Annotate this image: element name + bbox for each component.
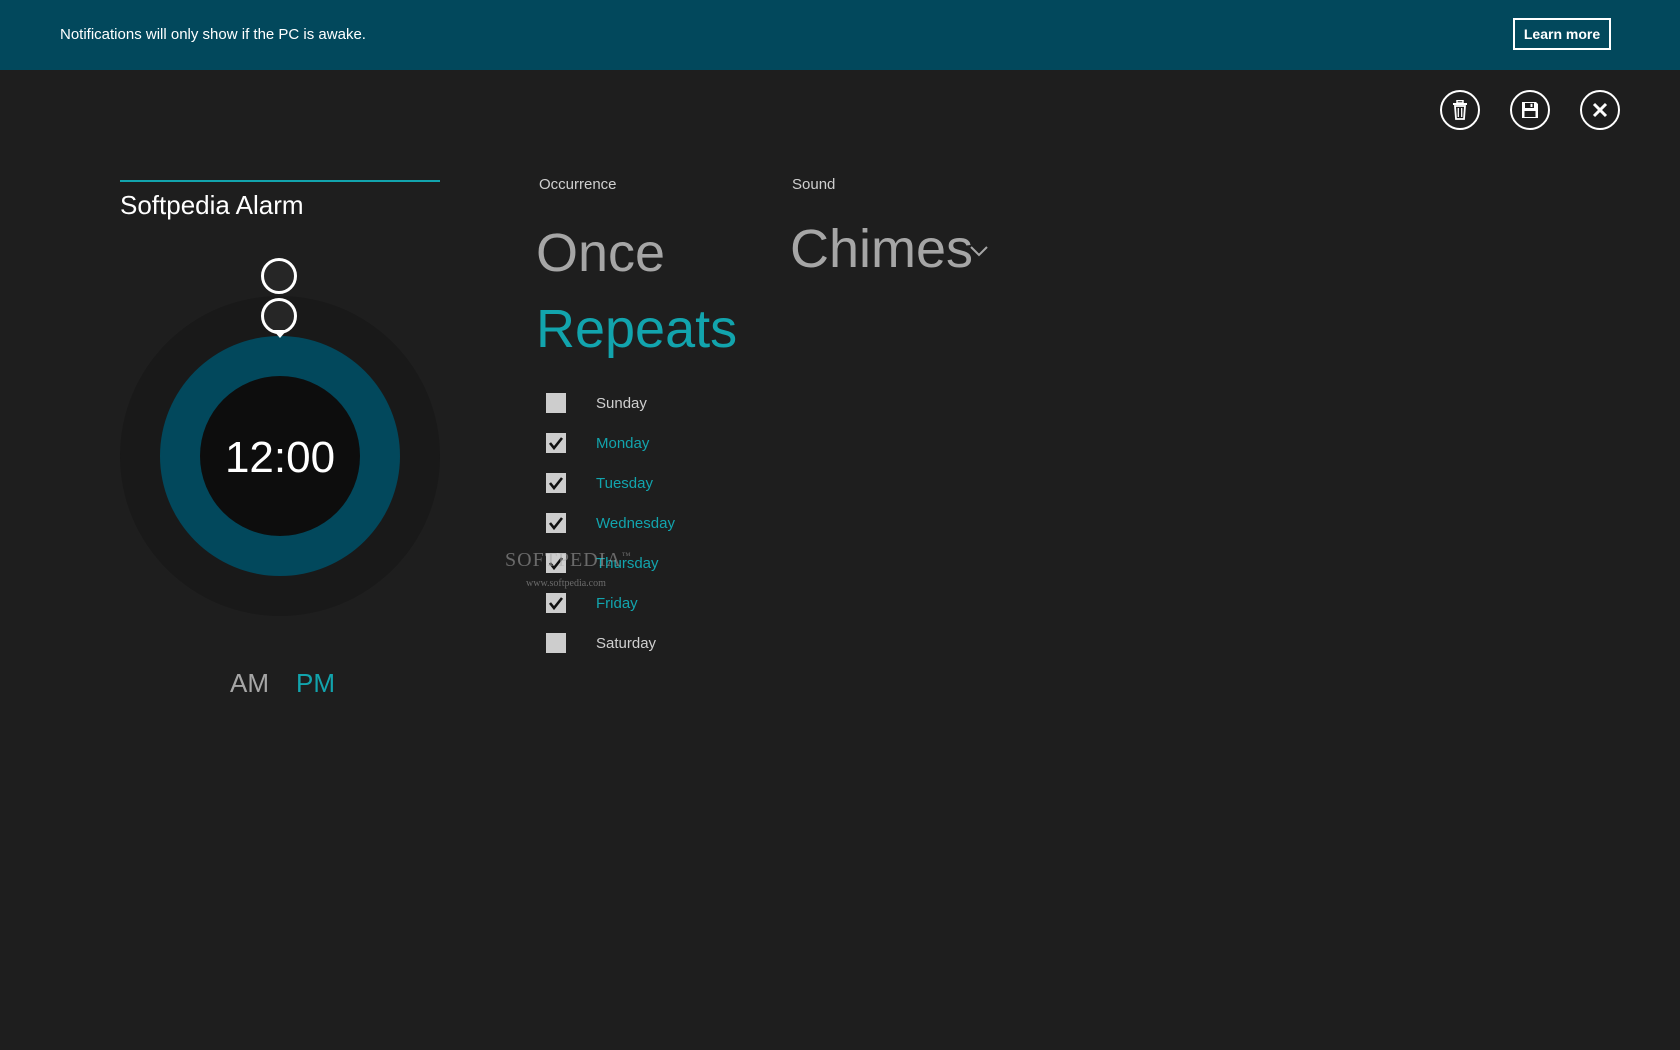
day-wednesday[interactable]: Wednesday (546, 512, 675, 534)
am-toggle[interactable]: AM (230, 668, 269, 699)
save-icon (1521, 101, 1539, 119)
occurrence-repeats-option[interactable]: Repeats (536, 298, 737, 360)
alarm-time: 12:00 (224, 433, 336, 482)
pm-toggle[interactable]: PM (296, 668, 335, 699)
day-saturday[interactable]: Saturday (546, 632, 656, 654)
close-button[interactable] (1580, 90, 1620, 130)
save-button[interactable] (1510, 90, 1550, 130)
day-tuesday[interactable]: Tuesday (546, 472, 653, 494)
delete-button[interactable] (1440, 90, 1480, 130)
occurrence-label: Occurrence (539, 176, 617, 193)
sound-dropdown[interactable]: Chimes (790, 218, 973, 280)
alarm-name-field[interactable]: Softpedia Alarm (120, 190, 304, 221)
checkbox[interactable] (546, 633, 566, 653)
watermark-url: www.softpedia.com (526, 578, 606, 589)
checkbox[interactable] (546, 513, 566, 533)
checkmark-icon (548, 477, 564, 491)
checkbox[interactable] (546, 433, 566, 453)
watermark-trademark: ™ (621, 550, 632, 561)
chevron-down-icon[interactable] (969, 244, 989, 262)
day-monday[interactable]: Monday (546, 432, 649, 454)
sound-label: Sound (792, 176, 836, 193)
watermark-brand: SOFTPEDIA (505, 549, 622, 571)
checkmark-icon (548, 437, 564, 451)
hour-handle[interactable] (261, 298, 297, 334)
softpedia-watermark: SOFTPEDIA™ (505, 549, 632, 572)
day-label: Tuesday (596, 474, 653, 492)
day-label: Sunday (596, 394, 647, 412)
checkbox[interactable] (546, 473, 566, 493)
day-friday[interactable]: Friday (546, 592, 638, 614)
checkmark-icon (548, 597, 564, 611)
checkmark-icon (548, 517, 564, 531)
minute-handle[interactable] (261, 258, 297, 294)
checkbox[interactable] (546, 593, 566, 613)
trash-icon (1451, 100, 1469, 120)
day-label: Wednesday (596, 514, 675, 532)
occurrence-once-option[interactable]: Once (536, 222, 665, 284)
notification-banner: Notifications will only show if the PC i… (0, 0, 1680, 70)
day-sunday[interactable]: Sunday (546, 392, 647, 414)
alarm-name-underline (120, 180, 440, 182)
checkbox[interactable] (546, 393, 566, 413)
learn-more-button[interactable]: Learn more (1513, 18, 1611, 50)
day-label: Monday (596, 434, 650, 452)
day-label: Saturday (596, 634, 657, 652)
banner-message: Notifications will only show if the PC i… (60, 26, 366, 43)
dial-pointer (273, 330, 287, 338)
close-icon (1591, 101, 1609, 119)
day-label: Friday (596, 594, 638, 612)
